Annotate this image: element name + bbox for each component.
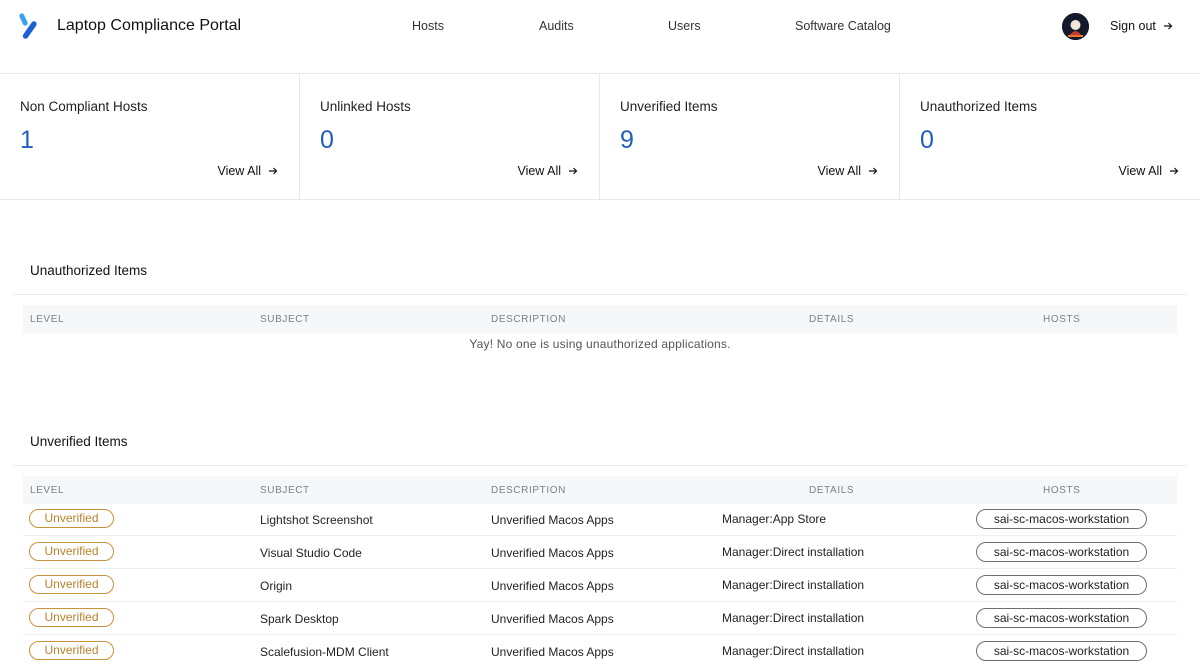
top-header: Laptop Compliance Portal Hosts Audits Us… xyxy=(0,0,1200,74)
arrow-right-icon xyxy=(869,167,878,175)
arrow-right-icon xyxy=(1170,167,1179,175)
brand-logo-icon[interactable] xyxy=(18,12,40,40)
details-cell: Manager:Direct installation xyxy=(722,545,865,559)
unauthorized-table-header: LEVEL SUBJECT DESCRIPTION DETAILS HOSTS xyxy=(23,305,1177,333)
stat-value: 1 xyxy=(20,126,34,154)
unverified-section-title: Unverified Items xyxy=(30,434,128,449)
nav-software-catalog[interactable]: Software Catalog xyxy=(795,19,891,33)
nav-hosts[interactable]: Hosts xyxy=(412,19,444,33)
nav-audits[interactable]: Audits xyxy=(539,19,574,33)
description-cell: Unverified Macos Apps xyxy=(491,612,614,626)
level-badge: Unverified xyxy=(29,641,114,660)
arrow-right-icon xyxy=(569,167,578,175)
stat-card-unverified-items: Unverified Items 9 View All xyxy=(600,74,900,199)
stat-value: 0 xyxy=(320,126,334,154)
stats-bar: Non Compliant Hosts 1 View All Unlinked … xyxy=(0,74,1200,200)
stat-card-non-compliant-hosts: Non Compliant Hosts 1 View All xyxy=(0,74,300,199)
details-cell: Manager:Direct installation xyxy=(722,644,865,658)
app-title[interactable]: Laptop Compliance Portal xyxy=(57,17,241,35)
host-pill[interactable]: sai-sc-macos-workstation xyxy=(976,641,1147,661)
table-row[interactable]: Unverified Lightshot Screenshot Unverifi… xyxy=(23,503,1177,536)
details-cell: Manager:App Store xyxy=(722,512,827,526)
subject-cell: Lightshot Screenshot xyxy=(260,513,373,527)
host-pill[interactable]: sai-sc-macos-workstation xyxy=(976,542,1147,562)
details-cell: Manager:Direct installation xyxy=(722,611,865,625)
subject-cell: Scalefusion-MDM Client xyxy=(260,645,389,659)
page: Laptop Compliance Portal Hosts Audits Us… xyxy=(0,0,1200,665)
view-all-label: View All xyxy=(517,164,561,178)
column-header-description[interactable]: DESCRIPTION xyxy=(491,485,566,496)
column-header-details[interactable]: DETAILS xyxy=(809,485,854,496)
unauthorized-section-title: Unauthorized Items xyxy=(30,263,148,278)
view-all-label: View All xyxy=(217,164,261,178)
view-all-link[interactable]: View All xyxy=(1118,164,1179,178)
sign-out-label: Sign out xyxy=(1110,19,1156,33)
stat-label: Unlinked Hosts xyxy=(320,99,411,114)
host-pill[interactable]: sai-sc-macos-workstation xyxy=(976,509,1147,529)
description-cell: Unverified Macos Apps xyxy=(491,513,614,527)
table-row[interactable]: Unverified Scalefusion-MDM Client Unveri… xyxy=(23,635,1177,665)
arrow-right-icon xyxy=(269,167,278,175)
section-divider xyxy=(13,294,1187,295)
view-all-link[interactable]: View All xyxy=(817,164,878,178)
column-header-hosts[interactable]: HOSTS xyxy=(1043,314,1080,325)
stat-label: Non Compliant Hosts xyxy=(20,99,148,114)
empty-state-message: Yay! No one is using unauthorized applic… xyxy=(469,337,731,351)
details-cell: Manager:Direct installation xyxy=(722,578,865,592)
stat-value: 0 xyxy=(920,126,934,154)
table-row[interactable]: Unverified Spark Desktop Unverified Maco… xyxy=(23,602,1177,635)
column-header-hosts[interactable]: HOSTS xyxy=(1043,485,1080,496)
column-header-level[interactable]: LEVEL xyxy=(30,314,64,325)
column-header-level[interactable]: LEVEL xyxy=(30,485,64,496)
host-pill[interactable]: sai-sc-macos-workstation xyxy=(976,608,1147,628)
view-all-link[interactable]: View All xyxy=(217,164,278,178)
level-badge: Unverified xyxy=(29,608,114,627)
sign-out-link[interactable]: Sign out xyxy=(1110,19,1173,33)
stat-label: Unverified Items xyxy=(620,99,718,114)
table-row[interactable]: Unverified Visual Studio Code Unverified… xyxy=(23,536,1177,569)
level-badge: Unverified xyxy=(29,542,114,561)
column-header-details[interactable]: DETAILS xyxy=(809,314,854,325)
stat-label: Unauthorized Items xyxy=(920,99,1038,114)
column-header-subject[interactable]: SUBJECT xyxy=(260,314,310,325)
table-row[interactable]: Unverified Origin Unverified Macos Apps … xyxy=(23,569,1177,602)
level-badge: Unverified xyxy=(29,509,114,528)
nav-users[interactable]: Users xyxy=(668,19,701,33)
column-header-subject[interactable]: SUBJECT xyxy=(260,485,310,496)
description-cell: Unverified Macos Apps xyxy=(491,579,614,593)
subject-cell: Spark Desktop xyxy=(260,612,339,626)
subject-cell: Origin xyxy=(260,579,293,593)
host-pill[interactable]: sai-sc-macos-workstation xyxy=(976,575,1147,595)
stat-card-unlinked-hosts: Unlinked Hosts 0 View All xyxy=(300,74,600,199)
view-all-label: View All xyxy=(817,164,861,178)
level-badge: Unverified xyxy=(29,575,114,594)
avatar-image xyxy=(1062,13,1089,40)
section-divider xyxy=(13,465,1187,466)
view-all-label: View All xyxy=(1118,164,1162,178)
subject-cell: Visual Studio Code xyxy=(260,546,362,560)
view-all-link[interactable]: View All xyxy=(517,164,578,178)
unverified-table-header: LEVEL SUBJECT DESCRIPTION DETAILS HOSTS xyxy=(23,476,1177,504)
avatar[interactable] xyxy=(1062,13,1089,40)
stat-card-unauthorized-items: Unauthorized Items 0 View All xyxy=(900,74,1200,199)
column-header-description[interactable]: DESCRIPTION xyxy=(491,314,566,325)
description-cell: Unverified Macos Apps xyxy=(491,645,614,659)
description-cell: Unverified Macos Apps xyxy=(491,546,614,560)
stat-value: 9 xyxy=(620,126,634,154)
arrow-right-icon xyxy=(1163,22,1173,30)
